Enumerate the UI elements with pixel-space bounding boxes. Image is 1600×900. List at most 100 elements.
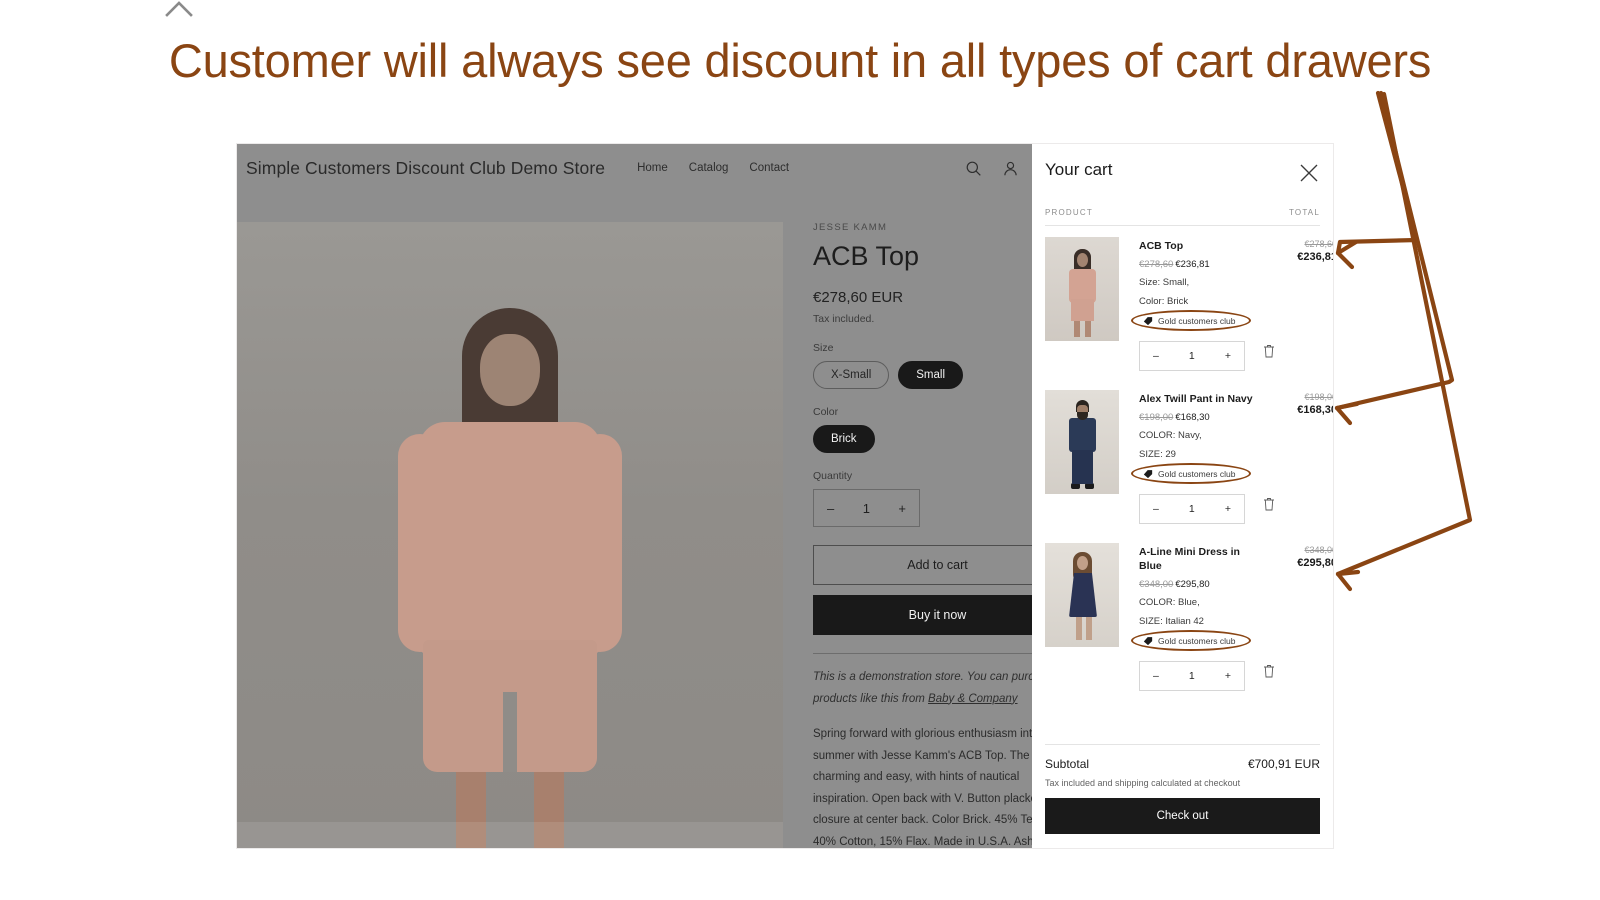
product-tax-note: Tax included. bbox=[813, 313, 875, 326]
cart-item-variant-1: COLOR: Blue, bbox=[1139, 597, 1200, 608]
cart-item-info: A-Line Mini Dress in Blue €348,00 €295,80… bbox=[1119, 543, 1275, 691]
subtotal-note: Tax included and shipping calculated at … bbox=[1045, 778, 1241, 788]
page-title: Customer will always see discount in all… bbox=[168, 34, 1432, 87]
tag-icon bbox=[1143, 317, 1153, 326]
divider bbox=[813, 653, 1032, 655]
trash-icon[interactable] bbox=[1263, 664, 1275, 678]
cart-item-increase-button[interactable]: + bbox=[1225, 350, 1231, 362]
cart-item-prices: €198,00 €168,30 bbox=[1139, 412, 1275, 423]
buy-it-now-button[interactable]: Buy it now bbox=[813, 595, 1032, 636]
account-icon[interactable] bbox=[1002, 160, 1019, 177]
quantity-decrease-button[interactable]: – bbox=[827, 501, 834, 516]
cart-item-decrease-button[interactable]: – bbox=[1153, 670, 1159, 682]
product-vendor: JESSE KAMM bbox=[813, 222, 888, 233]
quantity-stepper[interactable]: – 1 + bbox=[813, 489, 920, 528]
subtotal-label: Subtotal bbox=[1045, 757, 1090, 771]
cart-item-info: ACB Top €278,60 €236,81 Size: Small, Colo… bbox=[1119, 237, 1275, 371]
cart-item-prices: €348,00 €295,80 bbox=[1139, 579, 1275, 590]
demo-store-note: This is a demonstration store. You can p… bbox=[813, 667, 1032, 710]
cart-item-total-original: €278,60 bbox=[1304, 239, 1333, 249]
cart-item-total: €198,00 €168,30 bbox=[1275, 390, 1333, 524]
cart-item-quantity-stepper[interactable]: – 1 + bbox=[1139, 341, 1245, 371]
cart-item-controls: – 1 + bbox=[1139, 651, 1275, 691]
store-header: Simple Customers Discount Club Demo Stor… bbox=[237, 144, 1032, 192]
cart-item-total-original: €198,00 bbox=[1304, 392, 1333, 402]
cart-item-increase-button[interactable]: + bbox=[1225, 670, 1231, 682]
quantity-increase-button[interactable]: + bbox=[898, 501, 906, 516]
store-logo[interactable]: Simple Customers Discount Club Demo Stor… bbox=[246, 158, 605, 179]
cart-item: A-Line Mini Dress in Blue €348,00 €295,80… bbox=[1045, 532, 1333, 699]
checkout-button[interactable]: Check out bbox=[1045, 798, 1320, 834]
column-header-product: PRODUCT bbox=[1045, 208, 1093, 217]
cart-item-original-price: €348,00 bbox=[1139, 579, 1174, 590]
color-label: Color bbox=[813, 406, 839, 419]
color-options: Brick bbox=[813, 425, 1032, 454]
cart-item-thumbnail[interactable] bbox=[1045, 543, 1119, 647]
subtotal-row: Subtotal €700,91 EUR bbox=[1045, 757, 1320, 771]
cart-item-discount-price: €295,80 bbox=[1175, 579, 1210, 590]
cart-item-thumbnail[interactable] bbox=[1045, 237, 1119, 341]
cart-items: ACB Top €278,60 €236,81 Size: Small, Colo… bbox=[1045, 225, 1333, 699]
page-root: Customer will always see discount in all… bbox=[0, 0, 1600, 900]
product-title: ACB Top bbox=[813, 241, 920, 271]
size-option-xsmall[interactable]: X-Small bbox=[813, 361, 890, 390]
discount-badge: Gold customers club bbox=[1131, 630, 1251, 651]
color-option-brick[interactable]: Brick bbox=[813, 425, 875, 454]
cart-item-variant-2: SIZE: Italian 42 bbox=[1139, 616, 1204, 627]
cart-item-controls: – 1 + bbox=[1139, 484, 1275, 524]
quantity-value: 1 bbox=[862, 500, 870, 516]
cart-footer: Subtotal €700,91 EUR Tax included and sh… bbox=[1045, 744, 1320, 848]
trash-icon[interactable] bbox=[1263, 344, 1275, 358]
tag-icon bbox=[1143, 470, 1153, 479]
close-icon[interactable] bbox=[1298, 162, 1320, 184]
nav-item-contact[interactable]: Contact bbox=[749, 162, 789, 174]
header-icons bbox=[965, 160, 1023, 177]
discount-badge: Gold customers club bbox=[1131, 463, 1251, 484]
discount-badge-label: Gold customers club bbox=[1158, 636, 1236, 646]
cart-item-increase-button[interactable]: + bbox=[1225, 503, 1231, 515]
cart-item-original-price: €278,60 bbox=[1139, 259, 1174, 270]
chevron-up-icon bbox=[165, 1, 193, 17]
product-image[interactable] bbox=[237, 222, 783, 848]
cart-item-variant-1: Size: Small, bbox=[1139, 277, 1190, 288]
nav-item-catalog[interactable]: Catalog bbox=[689, 162, 729, 174]
size-option-small[interactable]: Small bbox=[898, 361, 964, 390]
subtotal-value: €700,91 EUR bbox=[1247, 757, 1320, 771]
discount-badge: Gold customers club bbox=[1131, 310, 1251, 331]
demo-note-text: This is a demonstration store. You can p… bbox=[813, 671, 1032, 705]
cart-item: Alex Twill Pant in Navy €198,00 €168,30 C… bbox=[1045, 379, 1333, 532]
cart-drawer: Your cart PRODUCT TOTAL ACB Top €278,60 … bbox=[1032, 144, 1333, 848]
tag-icon bbox=[1143, 637, 1153, 646]
cart-item-quantity-stepper[interactable]: – 1 + bbox=[1139, 661, 1245, 691]
discount-badge-label: Gold customers club bbox=[1158, 316, 1236, 326]
cart-item-total: €278,60 €236,81 bbox=[1275, 237, 1333, 371]
cart-item-total-original: €348,00 bbox=[1304, 545, 1333, 555]
cart-item-prices: €278,60 €236,81 bbox=[1139, 259, 1275, 270]
product-price: €278,60 EUR bbox=[813, 289, 904, 307]
cart-item-name[interactable]: A-Line Mini Dress in Blue bbox=[1139, 545, 1257, 573]
cart-item-name[interactable]: Alex Twill Pant in Navy bbox=[1139, 392, 1257, 406]
search-icon[interactable] bbox=[965, 160, 982, 177]
cart-item-quantity-value: 1 bbox=[1188, 350, 1195, 362]
trash-icon[interactable] bbox=[1263, 497, 1275, 511]
cart-item-variant-2: Color: Brick bbox=[1139, 296, 1189, 307]
cart-item-discount-price: €236,81 bbox=[1175, 259, 1210, 270]
cart-item-name[interactable]: ACB Top bbox=[1139, 239, 1257, 253]
cart-item-quantity-stepper[interactable]: – 1 + bbox=[1139, 494, 1245, 524]
cart-item-decrease-button[interactable]: – bbox=[1153, 503, 1159, 515]
cart-item-decrease-button[interactable]: – bbox=[1153, 350, 1159, 362]
cart-item-total-discounted: €168,30 bbox=[1297, 404, 1333, 416]
discount-badge-label: Gold customers club bbox=[1158, 469, 1236, 479]
storefront-overlay: Simple Customers Discount Club Demo Stor… bbox=[237, 144, 1032, 848]
size-label: Size bbox=[813, 342, 834, 355]
cart-item-total-discounted: €295,80 bbox=[1297, 557, 1333, 569]
cart-item-thumbnail[interactable] bbox=[1045, 390, 1119, 494]
nav-item-home[interactable]: Home bbox=[637, 162, 668, 174]
column-header-total: TOTAL bbox=[1288, 208, 1320, 217]
cart-item-total-discounted: €236,81 bbox=[1297, 251, 1333, 263]
quantity-label: Quantity bbox=[813, 470, 853, 483]
add-to-cart-button[interactable]: Add to cart bbox=[813, 545, 1032, 586]
product-info: JESSE KAMM ACB Top €278,60 EUR Tax inclu… bbox=[783, 192, 1032, 848]
store-nav: Home Catalog Contact bbox=[637, 162, 789, 174]
cart-item-controls: – 1 + bbox=[1139, 331, 1275, 371]
